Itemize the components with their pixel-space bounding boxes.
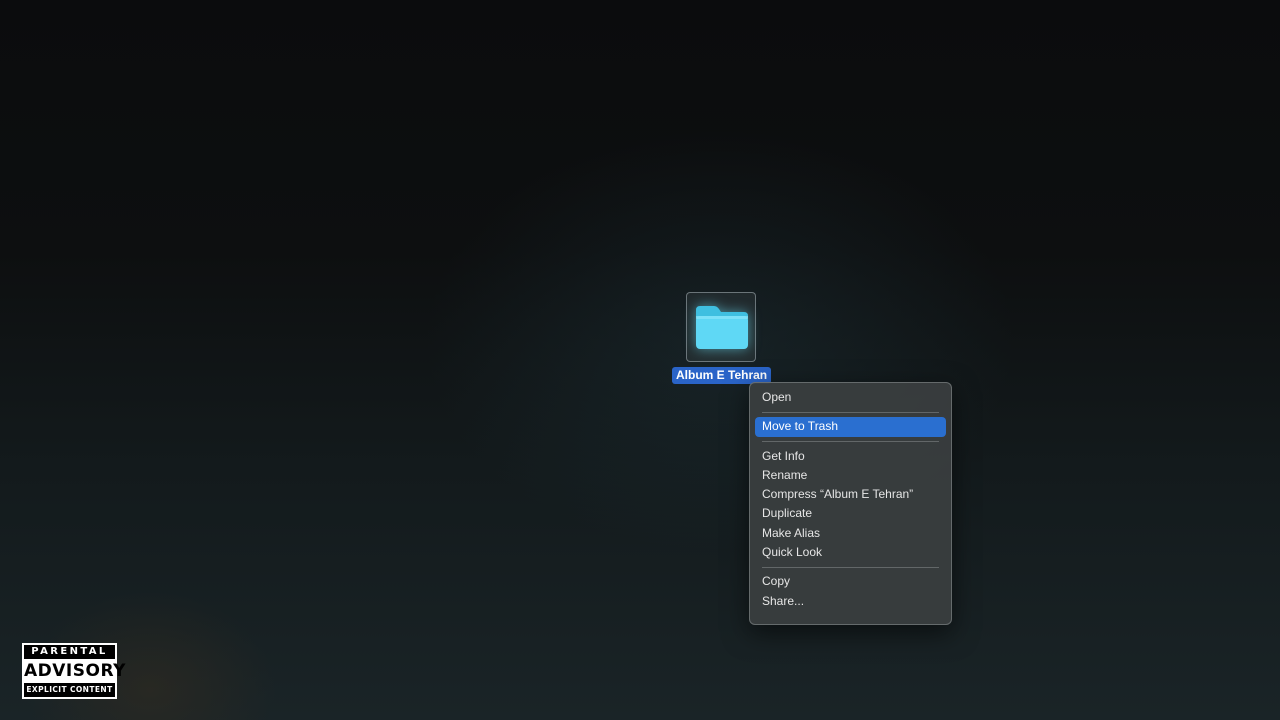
menu-item-make-alias[interactable]: Make Alias: [755, 524, 946, 543]
menu-separator: [762, 411, 939, 413]
menu-item-compress[interactable]: Compress “Album E Tehran”: [755, 485, 946, 504]
menu-item-rename[interactable]: Rename: [755, 466, 946, 485]
folder-icon[interactable]: [693, 302, 751, 352]
menu-item-duplicate[interactable]: Duplicate: [755, 504, 946, 523]
menu-item-open[interactable]: Open: [755, 388, 946, 407]
menu-item-share[interactable]: Share...: [755, 592, 946, 611]
menu-item-copy[interactable]: Copy: [755, 572, 946, 591]
desktop-folder[interactable]: Album E Tehran: [668, 291, 778, 387]
context-menu: Open Move to Trash Get Info Rename Compr…: [749, 382, 952, 625]
advisory-top-text: PARENTAL: [31, 646, 108, 657]
menu-item-quick-look[interactable]: Quick Look: [755, 543, 946, 562]
menu-item-get-info[interactable]: Get Info: [755, 447, 946, 466]
menu-item-move-to-trash[interactable]: Move to Trash: [755, 417, 946, 437]
folder-selection-frame[interactable]: [686, 292, 756, 362]
advisory-bottom-text: EXPLICIT CONTENT: [26, 685, 113, 694]
advisory-middle-text: ADVISORY: [24, 659, 126, 683]
menu-separator: [762, 441, 939, 443]
menu-separator: [762, 566, 939, 568]
parental-advisory-badge: PARENTAL ADVISORY EXPLICIT CONTENT: [22, 643, 126, 699]
